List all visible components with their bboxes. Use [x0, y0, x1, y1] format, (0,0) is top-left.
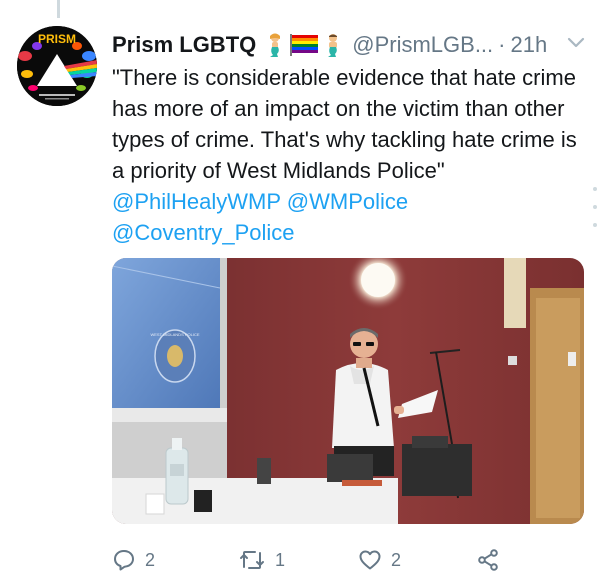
name-emoji-group: [264, 33, 344, 57]
tweet-photo[interactable]: WEST MIDLANDS POLICE: [112, 258, 584, 524]
speaker-photo-image: WEST MIDLANDS POLICE: [112, 258, 584, 524]
reply-count: 2: [145, 549, 156, 570]
tweet-text: "There is considerable evidence that hat…: [112, 62, 582, 248]
heart-icon: [359, 550, 381, 570]
meta-separator: ·: [498, 32, 506, 57]
share-button[interactable]: [476, 545, 500, 575]
reply-button[interactable]: 2: [112, 545, 155, 575]
tweet-quote-text: "There is considerable evidence that hat…: [112, 65, 577, 183]
thread-connector-line: [57, 0, 60, 18]
share-icon: [478, 549, 498, 571]
rainbow-flag-icon: [290, 34, 319, 56]
retweet-icon: [240, 551, 264, 569]
prism-logo-icon: PRISM: [17, 26, 97, 106]
retweet-button[interactable]: 1: [238, 545, 285, 575]
mention-philhealywmp[interactable]: @PhilHealyWMP: [112, 189, 281, 214]
user-handle[interactable]: @PrismLGB...: [352, 32, 493, 58]
mention-coventry-police[interactable]: @Coventry_Police: [112, 220, 295, 245]
retweet-count: 1: [275, 549, 286, 570]
like-count: 2: [391, 549, 402, 570]
like-button[interactable]: 2: [358, 545, 401, 575]
timestamp[interactable]: 21h: [510, 32, 547, 58]
display-name[interactable]: Prism LGBTQ: [112, 32, 256, 58]
mermaid-icon: [270, 33, 281, 57]
merman-icon: [328, 34, 338, 57]
side-indicator-dots: [593, 187, 597, 227]
avatar-wordmark: PRISM: [38, 32, 76, 46]
screen-emblem-text: WEST MIDLANDS POLICE: [150, 332, 199, 337]
mention-wmpolice[interactable]: @WMPolice: [287, 189, 408, 214]
tweet-header: Prism LGBTQ @PrismLGB... · 21h: [112, 30, 547, 60]
tweet-action-bar: 2 1 2: [112, 545, 582, 575]
chevron-down-icon[interactable]: [566, 36, 586, 50]
profile-avatar[interactable]: PRISM: [17, 26, 97, 106]
reply-icon: [114, 550, 134, 571]
